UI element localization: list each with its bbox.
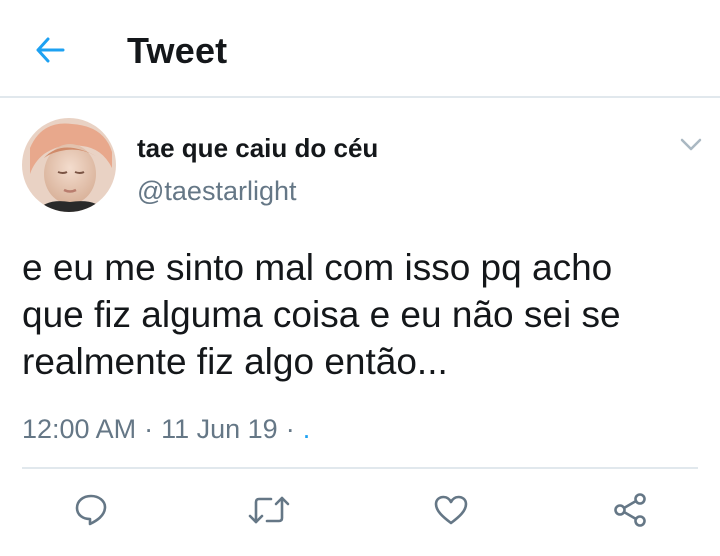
retweet-button[interactable] xyxy=(245,486,293,534)
reply-button[interactable] xyxy=(67,486,115,534)
meta-separator: · xyxy=(285,414,295,444)
divider xyxy=(22,467,698,469)
retweet-icon xyxy=(247,494,291,526)
tweet-meta: 12:00 AM · 11 Jun 19 · . xyxy=(22,414,310,445)
tweet-source-link[interactable]: . xyxy=(303,414,311,445)
app-header: Tweet xyxy=(0,0,720,98)
heart-icon xyxy=(433,494,469,526)
avatar[interactable] xyxy=(22,118,116,212)
back-button[interactable] xyxy=(30,30,70,70)
share-icon xyxy=(612,492,648,528)
share-button[interactable] xyxy=(606,486,654,534)
like-button[interactable] xyxy=(427,486,475,534)
tweet-date: 11 Jun 19 xyxy=(161,414,278,444)
tweet-actions xyxy=(0,486,720,534)
meta-separator: · xyxy=(144,414,154,444)
reply-icon xyxy=(74,493,108,527)
arrow-left-icon xyxy=(35,37,65,63)
tweet-time: 12:00 AM xyxy=(22,414,137,444)
page-title: Tweet xyxy=(127,30,228,71)
tweet-text: e eu me sinto mal com isso pq acho que f… xyxy=(22,247,621,382)
author-display-name[interactable]: tae que caiu do céu xyxy=(137,133,378,164)
more-options-button[interactable] xyxy=(678,134,704,156)
author-handle[interactable]: @taestarlight xyxy=(137,176,296,207)
chevron-down-icon xyxy=(680,138,702,152)
